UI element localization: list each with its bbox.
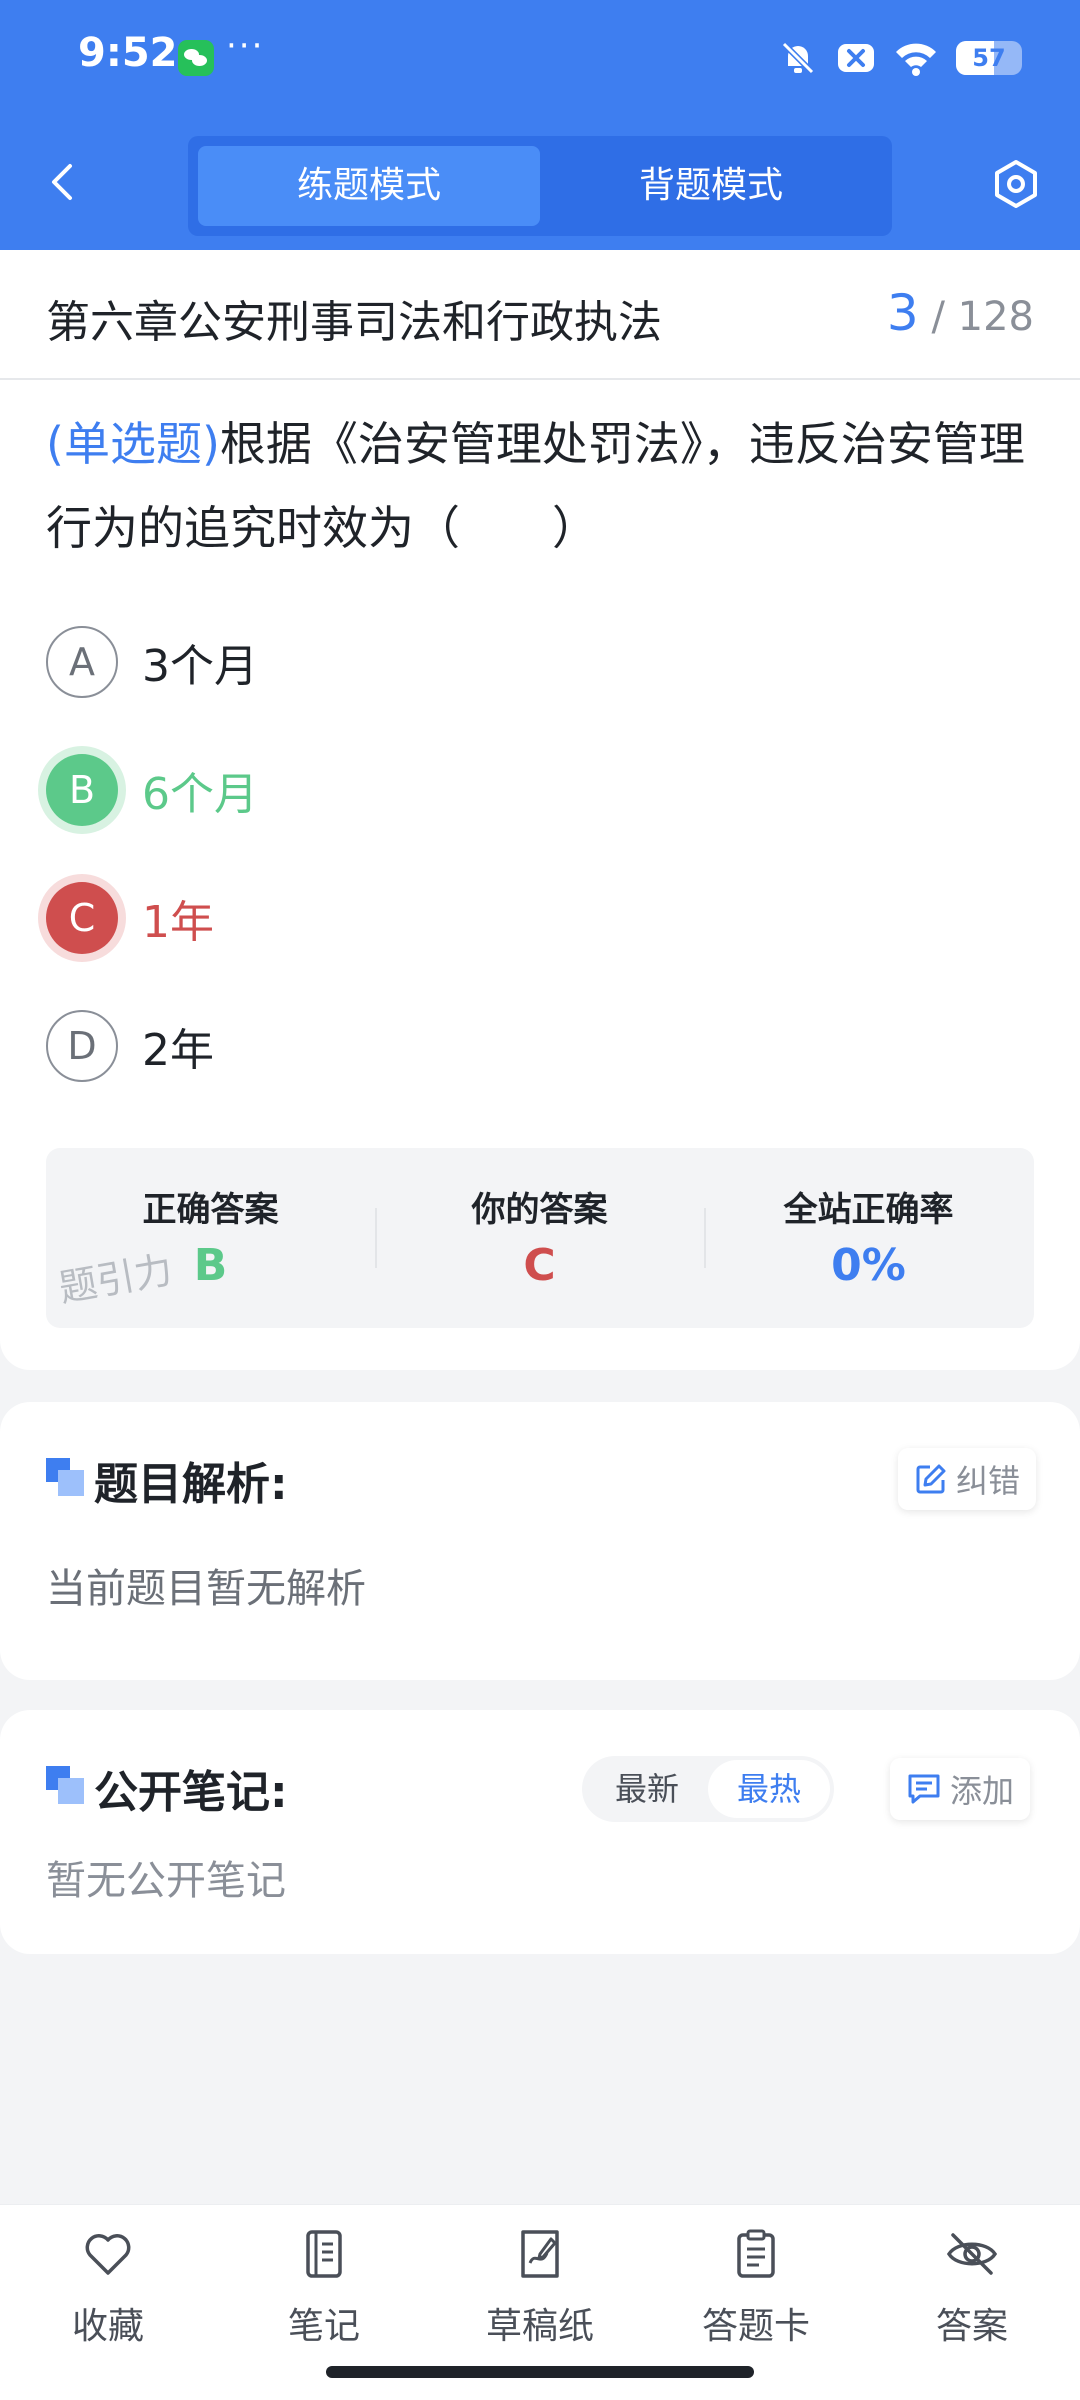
option-a[interactable]: A 3个月 xyxy=(46,622,258,702)
notes-title: 公开笔记: xyxy=(94,1767,288,1818)
draft-paper-label: 草稿纸 xyxy=(485,2306,594,2347)
current-question-number: 3 xyxy=(886,284,919,342)
comment-icon xyxy=(908,1774,940,1804)
status-bar: 9:52 ··· 57 xyxy=(0,0,1080,120)
battery-indicator: 57 xyxy=(956,41,1022,75)
notebook-icon xyxy=(306,2230,342,2278)
eye-off-icon xyxy=(946,2233,998,2275)
notes-label: 笔记 xyxy=(287,2306,360,2347)
section-squares-icon xyxy=(46,1458,84,1496)
option-text: 2年 xyxy=(142,1025,214,1076)
battery-level: 57 xyxy=(972,44,1006,72)
option-letter: B xyxy=(46,754,118,826)
notes-body: 暂无公开笔记 xyxy=(46,1858,286,1904)
close-notification-icon xyxy=(838,44,874,72)
chapter-title: 第六章公安刑事司法和行政执法 xyxy=(46,297,662,348)
notes-button[interactable]: 笔记 xyxy=(216,2205,432,2365)
draft-paper-button[interactable]: 草稿纸 xyxy=(432,2205,648,2365)
clipboard-icon xyxy=(737,2229,775,2278)
tab-practice-mode[interactable]: 练题模式 xyxy=(198,146,540,226)
status-time: 9:52 xyxy=(78,30,178,76)
edit-icon xyxy=(916,1464,946,1494)
your-answer-column: 你的答案 C xyxy=(375,1148,704,1328)
option-d[interactable]: D 2年 xyxy=(46,1006,214,1086)
section-squares-icon xyxy=(46,1766,84,1804)
chapter-bar: 第六章公安刑事司法和行政执法 3 / 128 xyxy=(0,250,1080,380)
total-questions: / 128 xyxy=(931,294,1034,340)
correct-answer-label: 正确答案 xyxy=(142,1190,279,1230)
question-type: (单选题) xyxy=(46,417,220,471)
heart-icon xyxy=(85,2234,131,2275)
answer-summary: 正确答案 B 你的答案 C 全站正确率 0% 题引力 xyxy=(46,1148,1034,1328)
your-answer-label: 你的答案 xyxy=(471,1190,608,1230)
your-answer-value: C xyxy=(523,1240,556,1291)
add-note-label: 添加 xyxy=(950,1772,1015,1810)
settings-hexagon-icon[interactable] xyxy=(990,158,1042,210)
option-letter: C xyxy=(46,882,118,954)
accuracy-label: 全站正确率 xyxy=(783,1190,954,1230)
option-text: 6个月 xyxy=(142,769,258,820)
show-answer-label: 答案 xyxy=(935,2306,1008,2347)
add-note-button[interactable]: 添加 xyxy=(890,1758,1031,1820)
app-header: 9:52 ··· 57 练题模式 背题模式 xyxy=(0,0,1080,250)
report-error-button[interactable]: 纠错 xyxy=(898,1448,1037,1510)
mute-bell-icon xyxy=(781,41,815,75)
sort-hottest[interactable]: 最热 xyxy=(708,1760,830,1818)
analysis-card: 题目解析: 纠错 当前题目暂无解析 xyxy=(0,1402,1080,1680)
draft-paper-icon xyxy=(521,2230,559,2278)
question-text-block: (单选题)根据《治安管理处罚法》，违反治安管理行为的追究时效为（ ） xyxy=(46,402,1036,570)
home-indicator[interactable] xyxy=(326,2366,754,2378)
analysis-body: 当前题目暂无解析 xyxy=(46,1566,366,1612)
back-arrow-icon[interactable] xyxy=(42,160,86,204)
sort-latest[interactable]: 最新 xyxy=(586,1760,708,1818)
wifi-icon xyxy=(896,43,936,76)
question-card: (单选题)根据《治安管理处罚法》，违反治安管理行为的追究时效为（ ） A 3个月… xyxy=(0,380,1080,1370)
tab-memorize-mode[interactable]: 背题模式 xyxy=(540,146,882,226)
report-error-label: 纠错 xyxy=(956,1462,1021,1500)
accuracy-value: 0% xyxy=(831,1240,906,1291)
status-icons: 57 xyxy=(778,36,1022,80)
answer-card-button[interactable]: 答题卡 xyxy=(648,2205,864,2365)
accuracy-column: 全站正确率 0% xyxy=(704,1148,1033,1328)
favorite-label: 收藏 xyxy=(71,2306,144,2347)
wechat-notification-icon xyxy=(178,40,214,76)
more-notifications-icon: ··· xyxy=(226,26,265,66)
notes-sort-toggle: 最新 最热 xyxy=(582,1756,834,1822)
option-letter: D xyxy=(46,1010,118,1082)
option-text: 1年 xyxy=(142,897,214,948)
option-text: 3个月 xyxy=(142,641,258,692)
mode-switch: 练题模式 背题模式 xyxy=(188,136,892,236)
analysis-title: 题目解析: xyxy=(94,1459,288,1510)
option-c[interactable]: C 1年 xyxy=(46,878,214,958)
favorite-button[interactable]: 收藏 xyxy=(0,2205,216,2365)
public-notes-card: 公开笔记: 最新 最热 添加 暂无公开笔记 xyxy=(0,1710,1080,1954)
option-b[interactable]: B 6个月 xyxy=(46,750,258,830)
answer-card-label: 答题卡 xyxy=(701,2306,810,2347)
show-answer-button[interactable]: 答案 xyxy=(864,2205,1080,2365)
option-letter: A xyxy=(46,626,118,698)
question-progress: 3 / 128 xyxy=(887,284,1034,342)
